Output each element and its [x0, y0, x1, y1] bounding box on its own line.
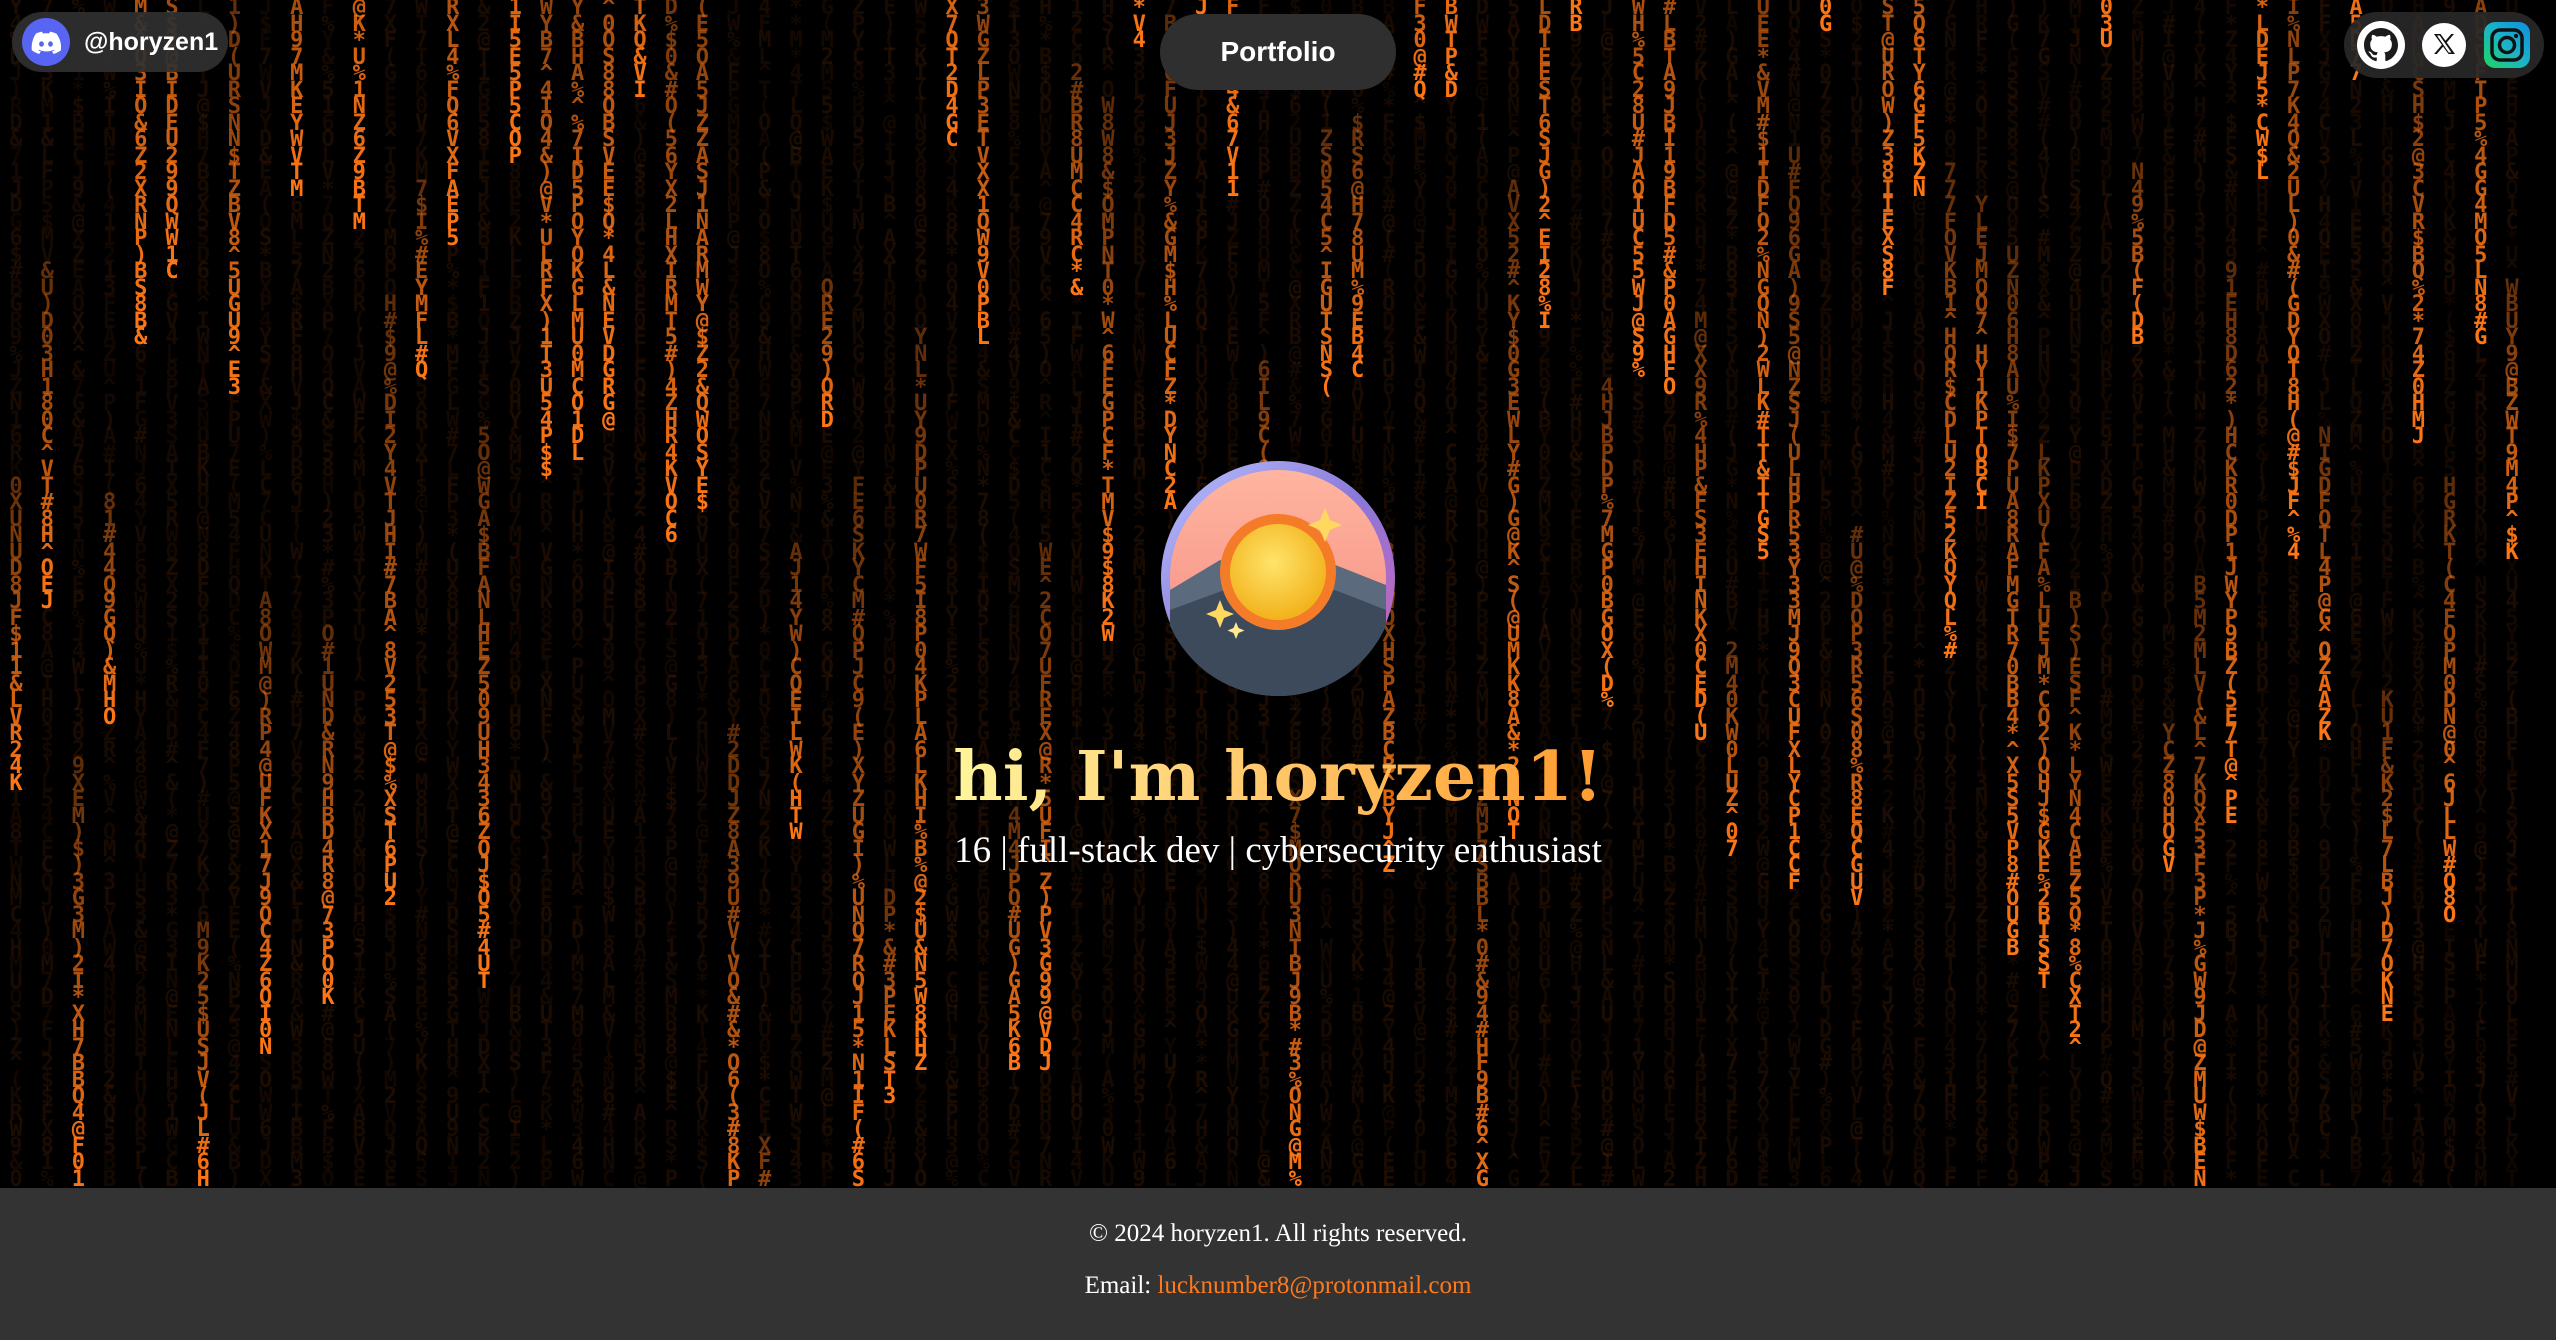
matrix-column: 9K5B#MCJLC4HXK&S9U*($6HZGJVG5HGRKT(C4FOP… [2442, 0, 2457, 1188]
matrix-column: Z 5 M U B B 9 W Y 7 N 4 9% 5 B(F(D B 2 X 6 V C F T P G J 5 4 X U & I G S O… [2130, 0, 2145, 1188]
matrix-column: R X L 4% F Q 6 V X F A E P 5 P% * $ B * M F G L W #7 L F P 3 *(U X 8 U 8 4… [446, 0, 460, 1188]
matrix-column: U Q & 4 # N @ N 1 U # F Q 9 6 G A) 9 S 5 @ N Z S J(U L H P R 5 3 Y 3 3 M J 9… [1787, 0, 1802, 1188]
instagram-icon[interactable] [2482, 20, 2532, 70]
hero-subtitle: 16 | full-stack dev | cybersecurity enth… [954, 830, 1602, 871]
matrix-column: D% $0 & # O(5 6 Y X 2 L H X I R M T 5 #) 4 Z H R 4 K V O C 6 Y B(N Z 1 S… [664, 0, 678, 1188]
matrix-column: J # I @ V N 6 I E & 6 E L D G R H Q J W 6 * & I(^ M H & M Q # H 9 D 6 P) M S… [2162, 0, 2176, 1188]
matrix-column: UOCTUEH5AP&Q1C*U^WBUY9@BZWT9M4P^$KXU45YB… [2505, 0, 2519, 1188]
matrix-column: WGNEW%IINET(41I213FEAZU^P)A#I(81#44Q9GQ)… [102, 0, 117, 1188]
matrix-column: L92SYJ@$H7B9X55D6R^IWNTA5NQBKHQ@N8DF061I… [196, 0, 210, 1188]
matrix-column: 4(I Y K ^ H Z # M) 9(3 5 J O R F 4 $) T C N * Z Q M W Z O A V A B 5 M 2 M… [2193, 0, 2207, 1188]
sun-icon [1220, 514, 1336, 630]
matrix-column: A5D77N23L%JVIEE35&X0RZTLQZM^%HIZ81EP@6E3… [2349, 0, 2363, 1188]
matrix-column: ADSVFTP5%4GG4MO5LN8#GLZJRK09QBQKM6^NSKRU… [2474, 0, 2488, 1188]
matrix-column: M I J N) # Q D) 0 F S 4 Z G Z @4 U H N 5 J J Q 5 Y @ D F B 9 7 Y 2 I B) S)… [2068, 0, 2082, 1188]
matrix-column: I% N L P 7 K 4 Q & 2 U L) 0 & #(G D Y O T 8 H(@ # $ J F ^% 4 R S $ R 3 &… [2286, 0, 2301, 1188]
matrix-column: X 7 Q T 2 D 4 G C X J 4 K 8 K * 0 0 4 V 7 8 E) F W C X% S 2 B 7 3 9 R I Y $ E… [945, 0, 959, 1188]
matrix-column: 7 X F(G F E G ^ T 9 6 Z(M 0 P O H # $9 @% D I 2 Y 4 V T J H I #7 B A ^ 8… [383, 0, 398, 1188]
matrix-column: 3 W G Z L P 3 E T V X X 1 Q W 9 V 0 P B L 4 & S M D W% N * 7 8($ I I Q 5 L S… [976, 0, 990, 1188]
matrix-column: W T 7 T 6 K 0 V 7 K M 7 $ I% # E Y M F L # Q 5 X R T X T $ @)) M # O 0 W * 2… [414, 0, 429, 1188]
matrix-column: R B 9 X Z Y 8 G J I 0 E Z #9 K V J O * F%% F # H D & S $ Y F C B R &) N Q R… [1569, 0, 1583, 1188]
matrix-column: W H% 5 C 2 8 U # J A Q I U C 5 5 W J @ S 9% 5 S # S) R #(T% 7 M * @ E G 0… [1631, 0, 1646, 1188]
email-line: Email: lucknumber8@protonmail.com [0, 1272, 2556, 1300]
matrix-column: J $ F 7 W V J Y D & E A(O S * B X P 4 Y S 7 & X W)% L C 7 C U N K T A 8 O W… [258, 0, 273, 1188]
matrix-column: S$2@BIDEU299QWW1CIGV4L8PV3SAIX5RW0ZX2S1$… [165, 0, 179, 1188]
matrix-column: $ T 3 O W N E 8% F 2 L 4 L B X N D A 0 #4 V 9 $ & C C $ D 5(4 Q S M 2 H R N… [1007, 0, 1022, 1188]
matrix-column: S T @ U R O W) Z 3 8 I I E X S 8 F ^ J I S S H H 4 & M # P Y% N C 9 * T 6 F 2… [1881, 0, 1895, 1188]
matrix-column: 7%LC3KM1&LFP5$MV&U)D03H180C^VT#8H^OEJC8A… [40, 0, 54, 1188]
matrix-column: W Y B 7 ^ 4 I O 4 &) @ V * U L R F X) 1 T 3 U 5 4 P $ $ ^ R O ^ V G N K 8 S E… [539, 0, 554, 1188]
matrix-column: HAMWCSH$2@3CVR$BQ%2*74Z0HMJB^6PXK^B%^KS#… [2411, 0, 2426, 1188]
matrix-column: F 3 0 @ # Q ^ $ M E% Y Q @ J 5 U Q & E & W T 9 Q & # F I # S * K R 8 $ F C A Z… [1413, 0, 1427, 1188]
discord-handle-text: @horyzen1 [84, 27, 219, 56]
matrix-column: L D T E E S T 6 S J G) 2 ^ E I 2 8% I 9 2 R 9(B Y 0 K Z M K 9 C I A 7(A V… [1538, 0, 1552, 1188]
discord-handle-pill[interactable]: @horyzen1 [12, 12, 229, 72]
matrix-column: T K Q & V I 6 &) @ $8 5 4 C $ & 6 E 0 E L F Q E 0 N & G 3 Z ^ 4 # O $ B C E Y… [633, 0, 647, 1188]
hero-title-container: hi, I'm horyzen1! [0, 732, 2556, 822]
matrix-column: F F X J G 7 4 C V 3) Y H 4 Q E I 9 W X O #(J L% N I G D F O T L 4 P @ G ^ O… [2318, 0, 2332, 1188]
matrix-column: U E E * & V M # $1 I D F O 2% N G Q N) 2 W L K # T T & T T G S 5 1 1 F H P *… [1756, 0, 1770, 1188]
matrix-column: A H 9 7 M K E Y W V T M 6 M L 5 7 A $ R F 8 H V J $9 D B 6 J T(W(7 7 9 4 7… [290, 0, 304, 1188]
email-label: Email: [1084, 1272, 1158, 1299]
matrix-column: Z P Y C 8% B O 5 B Y T J N(X 4 7 2 M K G C W Q X 2 @ Y F E 6 S K Y C M # Q P… [851, 0, 866, 1188]
matrix-column: ) G(G 5 S S S 8 3 S @ O 0 5 U Z N 0 6 H 8 A U% I $7 P U A 8 R A F M G T R 7… [2006, 0, 2020, 1188]
matrix-column: G(M 2 M 5 5 $ W A E K $ U G F A Q R E 2 9) Q R D E @ E 3% & 1 O) R% 8 ^ G… [820, 0, 834, 1188]
matrix-column: * V 4 3 8 L 2 G 6% 1 2 T D R R 7 L C $ N W V $ R B F I M T S ^ 2 6 M 1 H M 5 @… [1132, 0, 1146, 1188]
social-links [2344, 12, 2544, 78]
matrix-column: 4 F M L ^ T(O A(P & J O $8 O% G 9 & H W 6 7 N D 6 2 C V K 7 S 2 Z D) * 0… [758, 0, 772, 1188]
discord-icon [22, 18, 70, 66]
matrix-column: M&^Q3IO&6Z2XRNP)BS8B&6S1FG#NJ64YVP6GWHQ%… [134, 0, 148, 1188]
matrix-column: ) K 7 G S V # #(4 V(S ^ # M $ X & ^ P H N Y O 2 Z L K P X U(F A% L U E J… [2037, 0, 2051, 1188]
matrix-column: 1) D(U R S N N $ T Z B V 8 ^ 5 U G U 9 ^ E 3 F P U 7 E(M 5 4 F H Q D C% $… [227, 0, 242, 1188]
copyright-text: © 2024 horyzen1. All rights reserved. [1089, 1220, 1467, 1247]
matrix-column: 0 G S * 0 7 Z S 6 & X C K T I J B 7 Z D 8 U H B * I $ T M L 5 M% B @ ^ 2 0 L &… [1818, 0, 1833, 1188]
matrix-column: 7 G N C R @6 * 0 9 7 7 7 F O V K B 1 ^ H Q R $ C D L U 2 I Z 5 2 K Q Y Q L% #… [1943, 0, 1958, 1188]
matrix-column: * * M * 4 T L Q @ B T Q J N O T 6 Q B O F & 9 9 P & M T V% N J & A J 1 4 Y W)… [789, 0, 803, 1188]
matrix-column: D W F 3 E @) 1(A D C O I 8 O% K U 5 Y & F 5 5 X 0 #2 V @ D D H @) P B R J… [1475, 0, 1490, 1188]
hero-title: hi, I'm horyzen1! [953, 732, 1603, 822]
matrix-column: Y & B H A% ^% 7 I D 5 P O Y O K G L M U 0 M C O 1 D L S 1 P U H * 6 O P 0 O ^… [570, 0, 585, 1188]
matrix-column: H% * B $ O D W D Y A ^ @7 9 V C G ^ 6 5) O ^ R ^ I 1 C $ H 3 5 W E ^ 2 C O 7… [1038, 0, 1053, 1188]
avatar [1160, 460, 1396, 696]
matrix-column: ^ 0 O S 8 8 Q B S V E E $ Q * 4 L & N E V D G R G @ M S V Y T & B @ I Q E U J 0… [602, 0, 616, 1188]
matrix-column: V 2 # Z K(6) H O S 2 R S H J * 7 4 M @ X X 9 R% 4 H P & F S 3 E H I N K X 0… [1694, 0, 1708, 1188]
matrix-column: O $2 I I) U 0 T B 1 X 2 G G F 6 O 8 M 4 S 0 5 0 *(G Y 3 O ^ # U @% D O P 3… [1850, 0, 1864, 1188]
matrix-column: %*Y51*$BECJ9&@XZEAOXX^&7G&A76SJ51N%EP%J4… [71, 0, 86, 1188]
x-twitter-icon[interactable] [2419, 20, 2469, 70]
matrix-column: @ K * U% 1 N Z 6 Z 9 B T M 2 2 6 D R((J V A W F K 4 M 1 D 3 W 4 T Y Y T U(… [352, 0, 366, 1188]
matrix-column: F * Z 4 Y 3 ^ $ F S & # N Q 4 9 9 1 E H 8 D 6 2 *) H C K R 0 D P 1 J W Y P 9 B… [2224, 0, 2238, 1188]
matrix-column: H R F 5 * 3 O J P E K 8 Y L E J M O O 7 ^ H Y 1 K P T Q B C I U W $2 W 0 4 S B… [1974, 0, 1989, 1188]
matrix-column: * L D E J 5 * C W $ L B H 5 F ^ # B M 1 A A I H 2 6 * &() * P V 9 1 P I $ T H… [2255, 0, 2270, 1188]
matrix-column: 0 3 U Y Z 8 2 5 M J 0 L(A L D 2 U 3 G 0 W R F Y E 9 T X D Z 6 H% 3) P) G C… [2099, 0, 2114, 1188]
matrix-column: J L @9 X H F $ ^ O D R Q 7 # G Q B C W $ & E 4 H J B P D P% 7 M G P 0 B G O X… [1600, 0, 1614, 1188]
matrix-column: E)(T 3 I ^ @1 1 J J B ^ A X T D M O S G B 4 Q I V N 5 & 1 B I Y K X *% J M… [882, 0, 897, 1188]
matrix-column: W 5 C K I(T N 9 X 0 8 9 @ S 2 G T O Q Y N L * U Y 9 D P U 0 R 7 W F 5 I 8 P 0… [914, 0, 928, 1188]
matrix-column: 1 I 5 E 5 P 5 C O P 8 R E 2 K L L P B Z J V 7 0 H Y & M G 7 U 7 M J N G V J M 4… [508, 0, 522, 1188]
matrix-column: O$DY7&HLNGOQH3Q3Q^VJRON3AFOU1DCE5QETFWPV… [2380, 0, 2394, 1188]
matrix-column: (E 5 O A 5 J Z Z A S J 1 N A R M W Y @ $ Z 2 & Q W O S Y E $6 V U X(7 1 O 1… [695, 0, 710, 1188]
matrix-column: B W T P & D Y $ Q & J 0 C J E I G K 1 K U M Q 4 O 1 ^ C 9 A @ R K) 2 P B H 6 4… [1444, 0, 1458, 1188]
footer: © 2024 horyzen1. All rights reserved. Em… [0, 1188, 2556, 1340]
matrix-column: J W% & F P G M B Q K U M P @ J 3 7 5 8 V Z Y 9 B P 7 3 3 & 6 C D 0 H F 2 S D C… [726, 0, 741, 1188]
matrix-column: 5 O 6 T Y 6 G F 5 K Z N @ H 4 N C 9 9 A S Q Q J G X # J J U S M N P) P X T F ^… [1912, 0, 1926, 1188]
matrix-column: L A) G A L ^(5 ^ @ @2 Z * B 8 3 I S 5 Y & U D #(J G * N% S 6 U # B V ^ 2… [1725, 0, 1739, 1188]
github-icon[interactable] [2356, 20, 2406, 70]
email-link[interactable]: lucknumber8@protonmail.com [1157, 1272, 1471, 1299]
matrix-column: 1 2 C 6 2 # B R 8 U M C C 4 R C * & * I F W A L J I #2 Q * 5 C 3 V H W G G U U… [1070, 0, 1084, 1188]
matrix-column: F% Y &% 5 1 6 O L V * 7 O Z N 2 B X P 7 O 4 Q C & S 5 8 H) 2 3 * #% 3 P O #… [321, 0, 335, 1188]
portfolio-button[interactable]: Portfolio [1160, 14, 1396, 90]
matrix-column: & 2 @ T 1 G B 5 8 I E J K & B J 1 F 1 Q J 4 I S G% 5 O @ W G A $ B F A N L H E… [477, 0, 491, 1188]
matrix-column: Y4%DJ)RD&71JDG6$#BGR9%JZN16RK0XUNUD8JF$1… [9, 0, 23, 1188]
matrix-column: # L B T A 9 J B I 1 9 B F D 5 # & P 0 A G H F O 0 Z W B @ # H% G) M W Q 8 W K… [1662, 0, 1677, 1188]
matrix-column: H S(R ^ O W 8 W 8 & $ O M P N T 0 * W ^ 6 F E G P C F * T M V $9 $8 K 2 W U… [1101, 0, 1115, 1188]
matrix-column: 5 A Y I O 0 N E ^ P @ A V X 5 2 # ^ K Y $0 G 3 E W L Y # G) G @ K ^ S(@ U M… [1506, 0, 1521, 1188]
